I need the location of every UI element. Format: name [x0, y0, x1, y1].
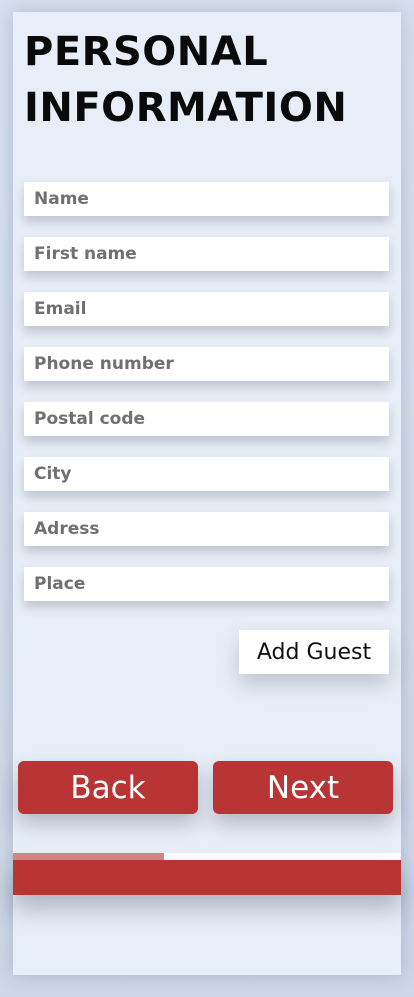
phone-number-field[interactable] — [24, 347, 389, 381]
add-guest-button[interactable]: Add Guest — [239, 630, 389, 674]
first-name-field[interactable] — [24, 237, 389, 271]
address-field[interactable] — [24, 512, 389, 546]
email-field[interactable] — [24, 292, 389, 326]
page: PERSONAL INFORMATION Add Guest Back Next — [0, 0, 414, 997]
postal-code-field[interactable] — [24, 402, 389, 436]
page-title: PERSONAL INFORMATION — [24, 29, 348, 131]
name-field[interactable] — [24, 182, 389, 216]
footer-bar — [13, 860, 401, 895]
place-field[interactable] — [24, 567, 389, 601]
progress-track — [13, 853, 401, 860]
next-button[interactable]: Next — [213, 761, 393, 814]
back-button[interactable]: Back — [18, 761, 198, 814]
city-field[interactable] — [24, 457, 389, 491]
progress-fill — [13, 853, 165, 860]
form-panel — [13, 12, 401, 975]
